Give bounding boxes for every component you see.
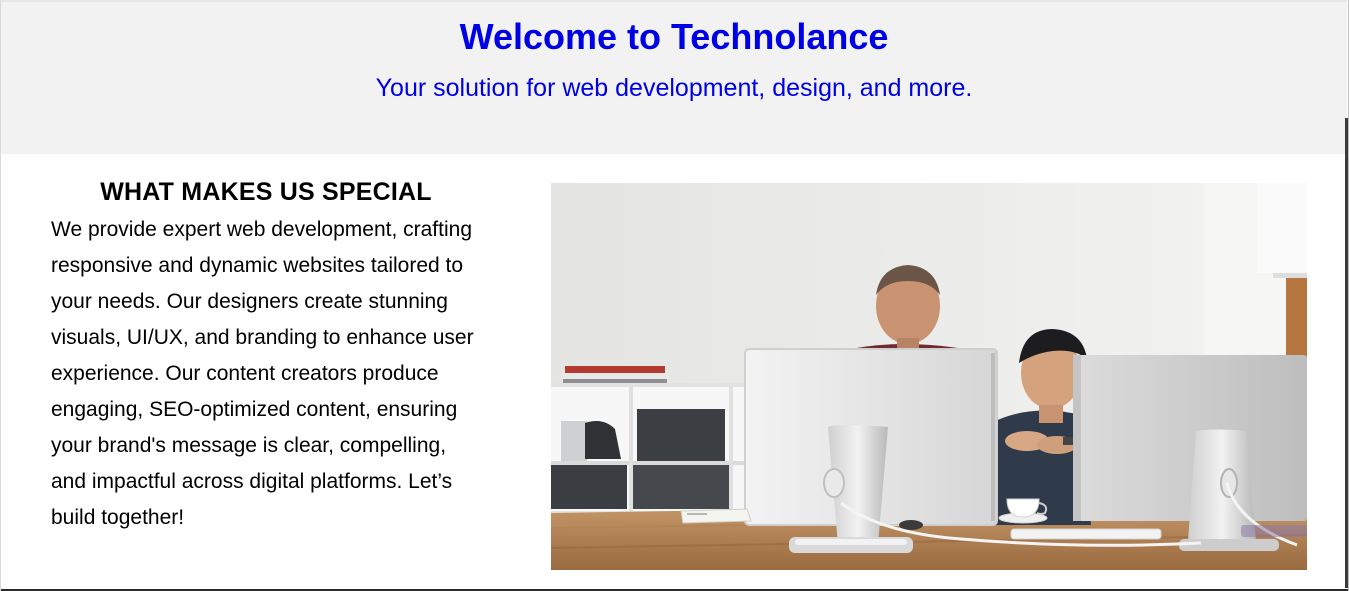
page: Welcome to Technolance Your solution for… <box>0 0 1349 591</box>
special-section: WHAT MAKES US SPECIAL We provide expert … <box>51 174 481 536</box>
office-photo-illustration <box>551 183 1307 570</box>
office-photo <box>551 183 1307 570</box>
hero-title: Welcome to Technolance <box>459 16 889 57</box>
special-description: We provide expert web development, craft… <box>51 218 474 529</box>
hero-banner: Welcome to Technolance Your solution for… <box>1 0 1347 154</box>
hero-subtitle: Your solution for web development, desig… <box>375 74 973 102</box>
special-heading: WHAT MAKES US SPECIAL <box>100 178 432 206</box>
scrollbar[interactable] <box>1345 118 1348 588</box>
